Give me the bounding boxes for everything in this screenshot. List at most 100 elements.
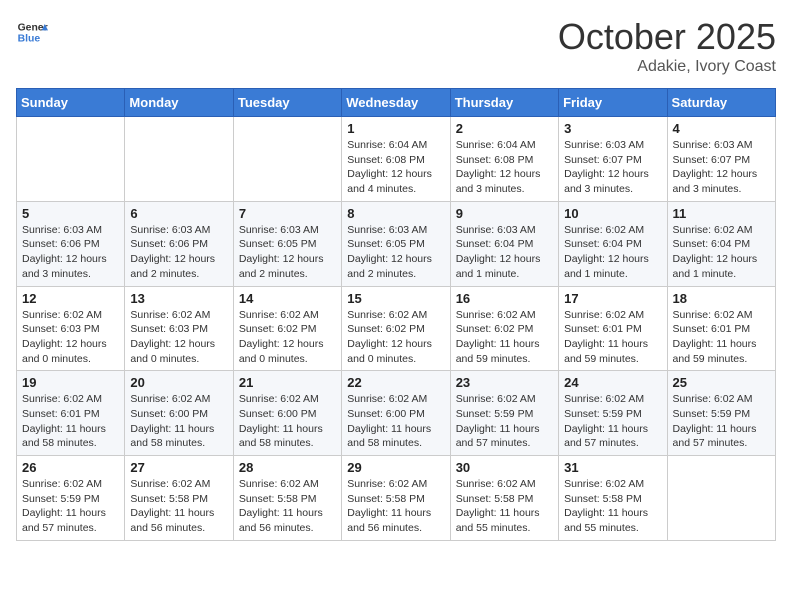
day-info: Sunrise: 6:03 AM Sunset: 6:07 PM Dayligh… [673, 138, 770, 197]
calendar-day-31: 31Sunrise: 6:02 AM Sunset: 5:58 PM Dayli… [559, 456, 667, 541]
calendar-day-5: 5 Sunrise: 6:03 AM Sunset: 6:06 PM Daylig… [17, 201, 125, 286]
calendar-table: SundayMondayTuesdayWednesdayThursdayFrid… [16, 88, 776, 541]
calendar-day-28: 28 Sunrise: 6:02 AM Sunset: 5:58 PM Dayli… [233, 456, 341, 541]
calendar-week-row: 12 Sunrise: 6:02 AM Sunset: 6:03 PM Dayli… [17, 286, 776, 371]
day-info: Sunrise: 6:02 AM Sunset: 6:00 PM Dayligh… [239, 392, 336, 451]
day-number: 21 [239, 375, 336, 390]
calendar-day-23: 23 Sunrise: 6:02 AM Sunset: 5:59 PM Dayli… [450, 371, 558, 456]
calendar-day-1: 1 Sunrise: 6:04 AM Sunset: 6:08 PM Daylig… [342, 117, 450, 202]
day-info: Sunrise: 6:02 AM Sunset: 5:59 PM Dayligh… [673, 392, 770, 451]
day-number: 25 [673, 375, 770, 390]
day-info: Sunrise: 6:02 AM Sunset: 5:58 PM Dayligh… [130, 477, 227, 536]
day-info: Sunrise: 6:03 AM Sunset: 6:04 PM Dayligh… [456, 223, 553, 282]
day-number: 5 [22, 206, 119, 221]
day-number: 19 [22, 375, 119, 390]
day-info: Sunrise: 6:02 AM Sunset: 5:58 PM Dayligh… [456, 477, 553, 536]
day-info: Sunrise: 6:02 AM Sunset: 6:04 PM Dayligh… [673, 223, 770, 282]
day-number: 14 [239, 291, 336, 306]
calendar-day-10: 10 Sunrise: 6:02 AM Sunset: 6:04 PM Dayli… [559, 201, 667, 286]
calendar-day-19: 19 Sunrise: 6:02 AM Sunset: 6:01 PM Dayli… [17, 371, 125, 456]
weekday-header-tuesday: Tuesday [233, 89, 341, 117]
day-info: Sunrise: 6:02 AM Sunset: 5:58 PM Dayligh… [564, 477, 661, 536]
logo: General Blue [16, 16, 48, 48]
weekday-header-wednesday: Wednesday [342, 89, 450, 117]
calendar-day-17: 17 Sunrise: 6:02 AM Sunset: 6:01 PM Dayli… [559, 286, 667, 371]
day-info: Sunrise: 6:04 AM Sunset: 6:08 PM Dayligh… [456, 138, 553, 197]
day-number: 10 [564, 206, 661, 221]
svg-text:Blue: Blue [18, 34, 41, 45]
day-number: 29 [347, 460, 444, 475]
day-info: Sunrise: 6:03 AM Sunset: 6:06 PM Dayligh… [22, 223, 119, 282]
day-info: Sunrise: 6:02 AM Sunset: 5:59 PM Dayligh… [564, 392, 661, 451]
day-number: 17 [564, 291, 661, 306]
calendar-day-22: 22Sunrise: 6:02 AM Sunset: 6:00 PM Dayli… [342, 371, 450, 456]
day-info: Sunrise: 6:02 AM Sunset: 5:58 PM Dayligh… [239, 477, 336, 536]
page-header: General Blue October 2025 Adakie, Ivory … [16, 16, 776, 76]
day-number: 12 [22, 291, 119, 306]
calendar-day-3: 3Sunrise: 6:03 AM Sunset: 6:07 PM Daylig… [559, 117, 667, 202]
empty-cell [233, 117, 341, 202]
calendar-day-25: 25 Sunrise: 6:02 AM Sunset: 5:59 PM Dayli… [667, 371, 775, 456]
calendar-day-16: 16 Sunrise: 6:02 AM Sunset: 6:02 PM Dayli… [450, 286, 558, 371]
calendar-day-8: 8Sunrise: 6:03 AM Sunset: 6:05 PM Daylig… [342, 201, 450, 286]
calendar-day-14: 14 Sunrise: 6:02 AM Sunset: 6:02 PM Dayli… [233, 286, 341, 371]
day-info: Sunrise: 6:02 AM Sunset: 6:01 PM Dayligh… [564, 308, 661, 367]
calendar-day-7: 7 Sunrise: 6:03 AM Sunset: 6:05 PM Daylig… [233, 201, 341, 286]
day-info: Sunrise: 6:02 AM Sunset: 6:02 PM Dayligh… [347, 308, 444, 367]
calendar-day-13: 13Sunrise: 6:02 AM Sunset: 6:03 PM Dayli… [125, 286, 233, 371]
day-number: 24 [564, 375, 661, 390]
day-info: Sunrise: 6:02 AM Sunset: 6:03 PM Dayligh… [130, 308, 227, 367]
calendar-day-6: 6 Sunrise: 6:03 AM Sunset: 6:06 PM Daylig… [125, 201, 233, 286]
month-title: October 2025 [558, 16, 776, 58]
day-info: Sunrise: 6:02 AM Sunset: 6:02 PM Dayligh… [456, 308, 553, 367]
calendar-day-20: 20 Sunrise: 6:02 AM Sunset: 6:00 PM Dayli… [125, 371, 233, 456]
calendar-day-29: 29 Sunrise: 6:02 AM Sunset: 5:58 PM Dayli… [342, 456, 450, 541]
calendar-week-row: 26 Sunrise: 6:02 AM Sunset: 5:59 PM Dayli… [17, 456, 776, 541]
calendar-day-21: 21 Sunrise: 6:02 AM Sunset: 6:00 PM Dayli… [233, 371, 341, 456]
calendar-week-row: 5 Sunrise: 6:03 AM Sunset: 6:06 PM Daylig… [17, 201, 776, 286]
day-info: Sunrise: 6:02 AM Sunset: 5:59 PM Dayligh… [22, 477, 119, 536]
empty-cell [17, 117, 125, 202]
day-number: 30 [456, 460, 553, 475]
empty-cell [125, 117, 233, 202]
empty-cell [667, 456, 775, 541]
day-number: 26 [22, 460, 119, 475]
day-number: 18 [673, 291, 770, 306]
day-info: Sunrise: 6:02 AM Sunset: 6:00 PM Dayligh… [130, 392, 227, 451]
calendar-day-18: 18Sunrise: 6:02 AM Sunset: 6:01 PM Dayli… [667, 286, 775, 371]
day-info: Sunrise: 6:02 AM Sunset: 6:02 PM Dayligh… [239, 308, 336, 367]
day-info: Sunrise: 6:03 AM Sunset: 6:06 PM Dayligh… [130, 223, 227, 282]
calendar-day-2: 2Sunrise: 6:04 AM Sunset: 6:08 PM Daylig… [450, 117, 558, 202]
calendar-day-30: 30 Sunrise: 6:02 AM Sunset: 5:58 PM Dayli… [450, 456, 558, 541]
day-info: Sunrise: 6:02 AM Sunset: 5:59 PM Dayligh… [456, 392, 553, 451]
location-subtitle: Adakie, Ivory Coast [558, 58, 776, 76]
calendar-day-11: 11 Sunrise: 6:02 AM Sunset: 6:04 PM Dayli… [667, 201, 775, 286]
weekday-header-row: SundayMondayTuesdayWednesdayThursdayFrid… [17, 89, 776, 117]
calendar-day-15: 15 Sunrise: 6:02 AM Sunset: 6:02 PM Dayli… [342, 286, 450, 371]
day-info: Sunrise: 6:02 AM Sunset: 6:01 PM Dayligh… [22, 392, 119, 451]
weekday-header-thursday: Thursday [450, 89, 558, 117]
logo-icon: General Blue [16, 16, 48, 48]
title-block: October 2025 Adakie, Ivory Coast [558, 16, 776, 76]
day-number: 11 [673, 206, 770, 221]
day-number: 28 [239, 460, 336, 475]
day-number: 4 [673, 121, 770, 136]
calendar-day-12: 12Sunrise: 6:02 AM Sunset: 6:03 PM Dayli… [17, 286, 125, 371]
day-number: 16 [456, 291, 553, 306]
day-number: 27 [130, 460, 227, 475]
day-number: 20 [130, 375, 227, 390]
day-info: Sunrise: 6:04 AM Sunset: 6:08 PM Dayligh… [347, 138, 444, 197]
day-info: Sunrise: 6:02 AM Sunset: 6:04 PM Dayligh… [564, 223, 661, 282]
day-number: 15 [347, 291, 444, 306]
day-number: 23 [456, 375, 553, 390]
day-number: 6 [130, 206, 227, 221]
day-info: Sunrise: 6:03 AM Sunset: 6:05 PM Dayligh… [239, 223, 336, 282]
calendar-day-24: 24 Sunrise: 6:02 AM Sunset: 5:59 PM Dayli… [559, 371, 667, 456]
weekday-header-saturday: Saturday [667, 89, 775, 117]
calendar-day-26: 26 Sunrise: 6:02 AM Sunset: 5:59 PM Dayli… [17, 456, 125, 541]
day-number: 1 [347, 121, 444, 136]
day-info: Sunrise: 6:02 AM Sunset: 5:58 PM Dayligh… [347, 477, 444, 536]
day-number: 7 [239, 206, 336, 221]
weekday-header-friday: Friday [559, 89, 667, 117]
weekday-header-sunday: Sunday [17, 89, 125, 117]
